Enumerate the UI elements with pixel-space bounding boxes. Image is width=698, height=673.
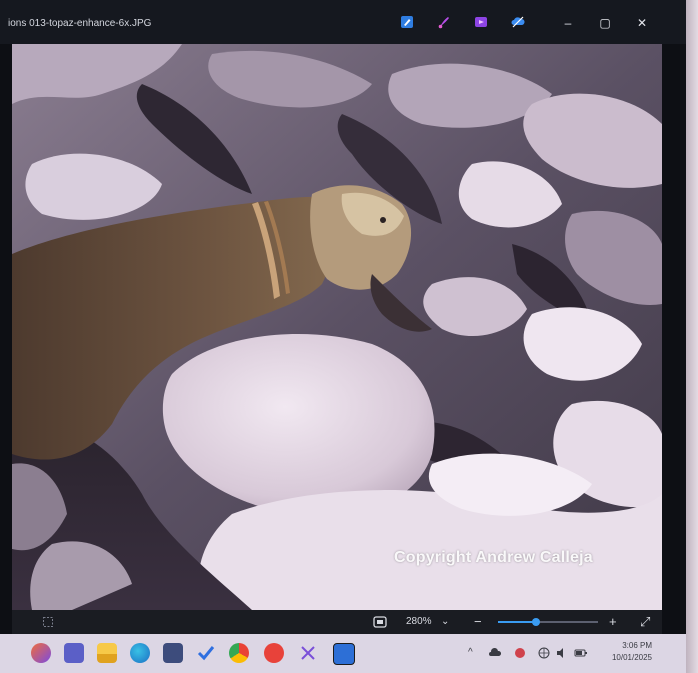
edge-browser-icon[interactable] [130,643,150,663]
zoom-out-icon[interactable]: − [474,610,482,634]
wps-office-icon[interactable] [264,643,284,663]
language-globe-icon[interactable] [538,647,550,659]
zoom-slider[interactable] [498,618,598,626]
battery-icon[interactable] [574,648,588,658]
photos-app-icon[interactable] [333,643,355,665]
store-icon[interactable] [163,643,183,663]
todo-checkmark-icon[interactable] [196,643,216,663]
onedrive-cloud-icon[interactable] [488,647,502,659]
zoom-slider-fill [498,621,536,623]
photo-zoom-bar: 280% ⌄ − + ⤢ [12,610,662,634]
edit-image-icon[interactable] [399,14,415,30]
fit-screen-icon[interactable] [42,616,54,628]
window-title: ions 013-topaz-enhance-6x.JPG [8,18,152,29]
copilot-icon[interactable] [31,643,51,663]
system-clock[interactable]: 3:06 PM 10/01/2025 [596,640,652,664]
security-shield-icon[interactable] [514,647,526,659]
aspect-ratio-icon[interactable] [373,616,387,628]
zoom-dropdown-chevron-icon[interactable]: ⌄ [441,610,449,634]
clock-date: 10/01/2025 [611,653,652,662]
paint-brush-icon[interactable] [436,14,452,30]
zoom-in-icon[interactable]: + [609,610,617,634]
zoom-slider-thumb[interactable] [532,618,540,626]
close-button[interactable]: ✕ [631,12,653,34]
teams-icon[interactable] [64,643,84,663]
volume-speaker-icon[interactable] [556,647,568,659]
copyright-watermark: Copyright Andrew Calleja [394,549,593,566]
minimize-button[interactable]: – [557,12,579,34]
maximize-button[interactable]: ▢ [594,12,616,34]
monitor-bezel [686,0,698,673]
taskbar: ^ 3:06 PM 10/01/2025 [0,634,686,673]
snipping-tool-icon[interactable] [298,643,318,663]
clock-time: 3:06 PM [622,641,652,650]
cloud-share-icon[interactable] [510,14,526,30]
sea-lion-on-rocks-photo [12,44,662,610]
chrome-browser-icon[interactable] [229,643,249,663]
video-editor-icon[interactable] [473,14,489,30]
monitor-screen: ions 013-topaz-enhance-6x.JPG – ▢ ✕ Copy… [0,0,686,673]
photo-viewport[interactable]: Copyright Andrew Calleja [12,44,662,610]
tray-overflow-chevron-icon[interactable]: ^ [468,647,473,658]
expand-fullscreen-icon[interactable]: ⤢ [640,610,650,634]
zoom-level-label[interactable]: 280% [406,610,432,634]
title-bar: ions 013-topaz-enhance-6x.JPG – ▢ ✕ [0,0,686,44]
file-explorer-icon[interactable] [97,643,117,663]
